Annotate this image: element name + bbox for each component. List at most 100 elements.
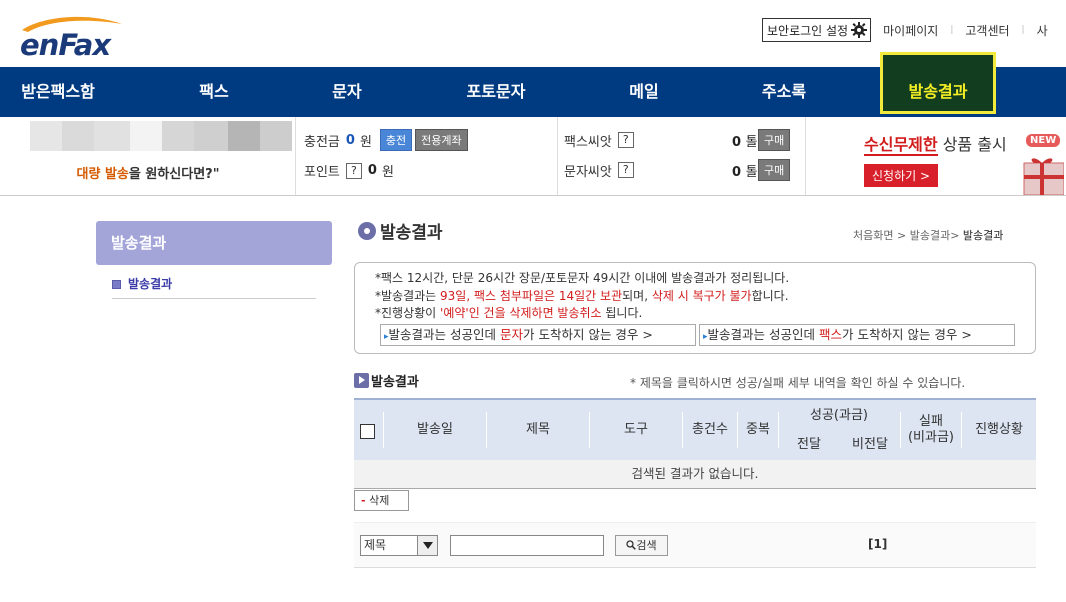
top-links: 보안로그인 설정 마이페이지 | 고객센터 | 사: [762, 18, 1048, 42]
enfax-logo[interactable]: enFax: [18, 14, 138, 62]
new-badge: NEW: [1026, 134, 1061, 147]
bulk-send-banner[interactable]: 대량 발송을 원하신다면?": [0, 117, 296, 195]
empty-result-row: 검색된 결과가 없습니다.: [354, 460, 1036, 489]
column-subject[interactable]: 제목: [487, 400, 589, 460]
charge-row: 충전금 0 원 충전 전용계좌: [304, 129, 468, 151]
breadcrumb-separator: >: [893, 229, 910, 242]
search-icon: [626, 540, 637, 550]
sms-seed-unit: 톨: [745, 164, 758, 180]
breadcrumb-mid[interactable]: 발송결과: [910, 229, 950, 242]
point-value: 0: [367, 163, 377, 178]
notice-text: 합니다.: [751, 289, 789, 303]
sms-seed-help-icon[interactable]: ?: [617, 162, 634, 178]
link-highlight: 팩스: [818, 327, 842, 342]
sms-seed-label: 문자씨앗: [564, 164, 612, 180]
gift-box-icon: [1023, 158, 1064, 195]
search-field-select[interactable]: 제목: [360, 535, 438, 556]
sms-seed-amount: 0 톨: [732, 161, 758, 180]
security-login-button[interactable]: 보안로그인 설정: [762, 18, 872, 42]
search-button[interactable]: 검색: [615, 535, 668, 556]
fax-seed-buy-button[interactable]: 구매: [758, 129, 791, 151]
nav-item-mail[interactable]: 메일: [586, 67, 702, 117]
breadcrumb: 처음화면 > 발송결과> 발송결과: [853, 227, 1003, 243]
search-area: 제목 검색 [1]: [354, 522, 1036, 568]
fax-seed-value: 0: [732, 134, 742, 150]
fax-seed-amount: 0 톨: [732, 131, 758, 150]
sidebar-header: 발송결과: [96, 221, 332, 265]
link-text: 가 도착하지 않는 경우 >: [842, 327, 972, 342]
fax-not-arrived-link[interactable]: ▸발송결과는 성공인데 팩스가 도착하지 않는 경우 >: [699, 324, 1015, 346]
sidebar-item-label: 발송결과: [128, 277, 173, 291]
sidebar-item-send-result[interactable]: 발송결과: [112, 274, 316, 299]
title-circle-icon: [358, 221, 376, 240]
nav-item-fax[interactable]: 팩스: [156, 67, 272, 117]
account-info-bar: 대량 발송을 원하신다면?" 충전금 0 원 충전 전용계좌 포인트 ? 0 원…: [0, 117, 1066, 196]
point-row: 포인트 ? 0 원: [304, 161, 394, 180]
notice-text: *발송결과는: [375, 289, 441, 303]
column-fail-sub: (비과금): [907, 430, 955, 445]
charge-label: 충전금: [304, 134, 340, 150]
sms-seed-row: 문자씨앗 ? 0 톨 구매: [564, 159, 804, 181]
link-text: 가 도착하지 않는 경우 >: [523, 327, 653, 342]
fax-seed-row: 팩스씨앗 ? 0 톨 구매: [564, 129, 804, 151]
notice-line-3: *진행상황이 '예약'인 건을 삭제하면 발송취소 됩니다.: [375, 304, 642, 321]
blurred-banner-image: [30, 121, 292, 151]
notice-text: *진행상황이: [375, 306, 441, 320]
sms-seed-buy-button[interactable]: 구매: [758, 159, 791, 181]
support-link[interactable]: 고객센터: [965, 22, 1009, 39]
more-link[interactable]: 사: [1037, 22, 1048, 39]
main-nav: 받은팩스함 팩스 문자 포토문자 메일 주소록 발송결과: [0, 52, 1066, 117]
notice-text: 되며,: [622, 289, 652, 303]
promo-rest: 상품 출시: [937, 135, 1007, 154]
promo-banner[interactable]: 수신무제한 상품 출시 신청하기 > NEW: [806, 117, 1066, 195]
delete-button[interactable]: - 삭제: [354, 490, 409, 511]
notice-highlight: 93일, 팩스 첨부파일은 14일간 보관: [440, 289, 623, 303]
promo-apply-button[interactable]: 신청하기 >: [864, 164, 939, 187]
column-success-group: 성공(과금): [810, 408, 868, 423]
chevron-down-icon[interactable]: [417, 536, 437, 555]
breadcrumb-separator: >: [950, 229, 963, 242]
sms-not-arrived-link[interactable]: ▸발송결과는 성공인데 문자가 도착하지 않는 경우 >: [380, 324, 696, 346]
point-unit: 원: [381, 165, 394, 180]
breadcrumb-home[interactable]: 처음화면: [853, 229, 893, 242]
delete-label: 삭제: [369, 494, 390, 507]
page-number[interactable]: [1]: [868, 537, 887, 551]
mypage-link[interactable]: 마이페이지: [883, 22, 938, 39]
bulk-send-text: 대량 발송을 원하신다면?": [0, 163, 296, 182]
link-highlight: 문자: [499, 327, 523, 342]
column-duplicate[interactable]: 중복: [738, 400, 778, 460]
notice-highlight: 삭제 시 복구가 불가: [651, 289, 752, 303]
column-fail[interactable]: 실패: [901, 414, 961, 430]
sms-seed-value: 0: [732, 164, 742, 180]
point-label: 포인트: [304, 165, 340, 180]
nav-item-received-fax[interactable]: 받은팩스함: [0, 67, 116, 117]
column-tool[interactable]: 도구: [590, 400, 682, 460]
fax-seed-unit: 톨: [745, 134, 758, 150]
logo-text: enFax: [20, 28, 111, 62]
fax-seed-help-icon[interactable]: ?: [617, 132, 634, 148]
link-text: 발송결과는 성공인데: [388, 327, 500, 342]
balance-panel: 충전금 0 원 충전 전용계좌 포인트 ? 0 원: [296, 117, 558, 195]
nav-item-address-book[interactable]: 주소록: [726, 67, 842, 117]
charge-unit: 원: [359, 134, 372, 150]
select-all-checkbox[interactable]: [360, 424, 375, 439]
column-not-delivered[interactable]: 비전달: [839, 437, 901, 453]
column-total[interactable]: 총건수: [683, 400, 737, 460]
column-status[interactable]: 진행상황: [962, 400, 1036, 460]
column-send-date[interactable]: 발송일: [384, 400, 486, 460]
minus-icon: -: [361, 494, 366, 507]
page-title: 발송결과: [358, 218, 443, 243]
charge-button[interactable]: 충전: [379, 129, 413, 151]
nav-item-sms[interactable]: 문자: [289, 67, 405, 117]
play-icon: [354, 373, 369, 388]
bulk-send-highlight: 대량 발송: [76, 167, 129, 182]
fax-seed-label: 팩스씨앗: [564, 134, 612, 150]
search-input[interactable]: [450, 535, 604, 556]
dedicated-account-button[interactable]: 전용계좌: [415, 129, 468, 151]
bulk-send-suffix: 을 원하신다면?": [128, 167, 220, 182]
nav-item-send-result[interactable]: 발송결과: [880, 52, 996, 114]
nav-item-photo-sms[interactable]: 포토문자: [438, 67, 554, 117]
column-delivered[interactable]: 전달: [779, 437, 839, 453]
charge-value: 0: [345, 132, 355, 148]
point-help-icon[interactable]: ?: [345, 162, 362, 179]
